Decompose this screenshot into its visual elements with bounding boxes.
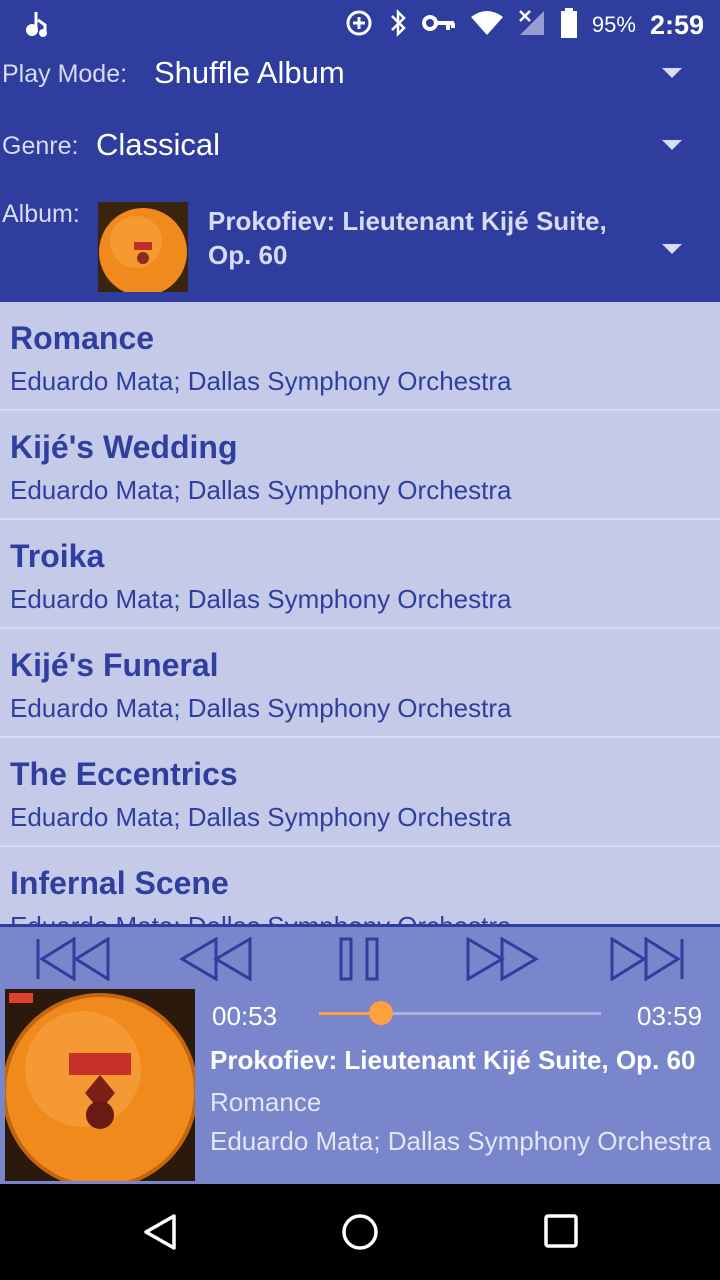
track-list[interactable]: Romance Eduardo Mata; Dallas Symphony Or… xyxy=(0,302,720,924)
track-list-item[interactable]: Kijé's Wedding Eduardo Mata; Dallas Symp… xyxy=(0,411,720,520)
elapsed-time: 00:53 xyxy=(212,1001,278,1031)
skip-previous-icon[interactable] xyxy=(30,935,114,983)
track-artist: Eduardo Mata; Dallas Symphony Orchestra xyxy=(10,366,512,396)
seek-bar-thumb[interactable] xyxy=(369,1001,394,1025)
track-list-item[interactable]: Troika Eduardo Mata; Dallas Symphony Orc… xyxy=(0,520,720,629)
track-list-item[interactable]: Romance Eduardo Mata; Dallas Symphony Or… xyxy=(0,302,720,411)
data-saver-icon xyxy=(344,8,374,43)
total-duration: 03:59 xyxy=(637,1001,703,1031)
album-label: Album: xyxy=(2,200,80,228)
track-artist: Eduardo Mata; Dallas Symphony Orchestra xyxy=(10,911,511,924)
wifi-icon xyxy=(470,10,504,41)
bluetooth-icon xyxy=(388,8,408,43)
track-title: Kijé's Funeral xyxy=(10,647,219,683)
skip-next-icon[interactable] xyxy=(606,935,690,983)
album-dropdown-arrow-icon[interactable] xyxy=(662,244,682,254)
home-icon[interactable] xyxy=(340,1212,380,1252)
now-playing-panel: 00:53 03:59 Prokofiev: Lieutenant Kijé S… xyxy=(0,924,720,1184)
genre-dropdown[interactable]: Classical xyxy=(96,127,220,163)
pause-icon[interactable] xyxy=(330,935,390,983)
track-title: Romance xyxy=(10,320,155,356)
track-list-item[interactable]: Infernal Scene Eduardo Mata; Dallas Symp… xyxy=(0,847,720,924)
rewind-icon[interactable] xyxy=(176,935,256,983)
genre-dropdown-arrow-icon[interactable] xyxy=(662,140,682,150)
album-cover-thumbnail[interactable] xyxy=(98,202,188,292)
seek-bar[interactable] xyxy=(319,1001,601,1025)
status-bar: 95% 2:59 xyxy=(0,0,720,50)
album-dropdown[interactable]: Prokofiev: Lieutenant Kijé Suite, Op. 60 xyxy=(208,204,628,272)
track-artist: Eduardo Mata; Dallas Symphony Orchestra xyxy=(10,584,512,614)
app-music-icon xyxy=(24,10,50,43)
vpn-key-icon xyxy=(421,12,456,39)
battery-icon xyxy=(560,7,578,43)
system-navigation-bar xyxy=(0,1184,720,1280)
track-artist: Eduardo Mata; Dallas Symphony Orchestra xyxy=(10,475,512,505)
now-playing-artist: Eduardo Mata; Dallas Symphony Orchestra xyxy=(210,1126,712,1156)
fast-forward-icon[interactable] xyxy=(462,935,542,983)
signal-icon xyxy=(518,9,546,42)
play-mode-dropdown-arrow-icon[interactable] xyxy=(662,68,682,78)
back-icon[interactable] xyxy=(140,1212,180,1252)
track-title: Troika xyxy=(10,538,105,574)
play-mode-dropdown[interactable]: Shuffle Album xyxy=(154,55,345,91)
track-list-item[interactable]: Kijé's Funeral Eduardo Mata; Dallas Symp… xyxy=(0,629,720,738)
now-playing-track: Romance xyxy=(210,1087,322,1117)
track-title: Infernal Scene xyxy=(10,865,229,901)
now-playing-album-art[interactable] xyxy=(5,989,195,1181)
now-playing-album: Prokofiev: Lieutenant Kijé Suite, Op. 60 xyxy=(210,1045,696,1075)
clock: 2:59 xyxy=(649,9,704,40)
track-title: The Eccentrics xyxy=(10,756,238,792)
track-artist: Eduardo Mata; Dallas Symphony Orchestra xyxy=(10,802,512,832)
track-title: Kijé's Wedding xyxy=(10,429,238,465)
header-selectors: Play Mode: Shuffle Album Genre: Classica… xyxy=(0,50,720,302)
genre-label: Genre: xyxy=(2,132,79,160)
track-artist: Eduardo Mata; Dallas Symphony Orchestra xyxy=(10,693,512,723)
battery-percent: 95% xyxy=(591,12,636,37)
play-mode-label: Play Mode: xyxy=(2,60,128,88)
track-list-item[interactable]: The Eccentrics Eduardo Mata; Dallas Symp… xyxy=(0,738,720,847)
recents-icon[interactable] xyxy=(542,1212,582,1252)
